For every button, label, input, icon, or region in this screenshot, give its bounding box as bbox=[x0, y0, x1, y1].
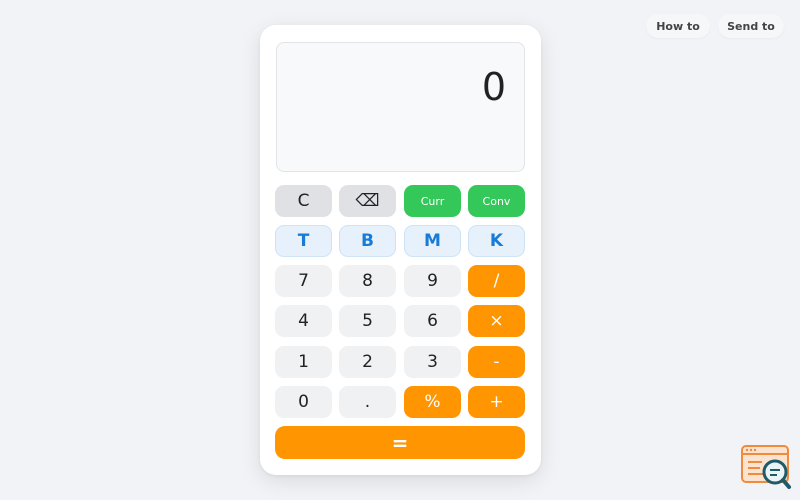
thousand-button[interactable]: T bbox=[275, 225, 332, 257]
divide-button[interactable]: / bbox=[468, 265, 525, 297]
digit-8-button[interactable]: 8 bbox=[339, 265, 396, 297]
calculator-display: 0 bbox=[276, 42, 525, 172]
digit-2-button[interactable]: 2 bbox=[339, 346, 396, 378]
digit-7-button[interactable]: 7 bbox=[275, 265, 332, 297]
digit-6-button[interactable]: 6 bbox=[404, 305, 461, 337]
plus-button[interactable]: + bbox=[468, 386, 525, 418]
decimal-button[interactable]: . bbox=[339, 386, 396, 418]
display-value: 0 bbox=[481, 65, 506, 109]
million-button[interactable]: M bbox=[404, 225, 461, 257]
digit-9-button[interactable]: 9 bbox=[404, 265, 461, 297]
kilo-button[interactable]: K bbox=[468, 225, 525, 257]
search-code-icon[interactable] bbox=[740, 444, 792, 490]
digit-1-button[interactable]: 1 bbox=[275, 346, 332, 378]
multiply-button[interactable]: × bbox=[468, 305, 525, 337]
equals-button[interactable]: = bbox=[275, 426, 525, 459]
minus-button[interactable]: - bbox=[468, 346, 525, 378]
convert-button[interactable]: Conv bbox=[468, 185, 525, 217]
calculator-panel: 0 C ⌫ Curr Conv T B M K 7 8 9 / 4 5 6 × … bbox=[260, 25, 541, 475]
clear-button[interactable]: C bbox=[275, 185, 332, 217]
billion-button[interactable]: B bbox=[339, 225, 396, 257]
backspace-button[interactable]: ⌫ bbox=[339, 185, 396, 217]
send-to-button[interactable]: Send to bbox=[718, 14, 784, 38]
percent-button[interactable]: % bbox=[404, 386, 461, 418]
digit-0-button[interactable]: 0 bbox=[275, 386, 332, 418]
digit-3-button[interactable]: 3 bbox=[404, 346, 461, 378]
digit-4-button[interactable]: 4 bbox=[275, 305, 332, 337]
how-to-button[interactable]: How to bbox=[646, 14, 710, 38]
digit-5-button[interactable]: 5 bbox=[339, 305, 396, 337]
currency-button[interactable]: Curr bbox=[404, 185, 461, 217]
